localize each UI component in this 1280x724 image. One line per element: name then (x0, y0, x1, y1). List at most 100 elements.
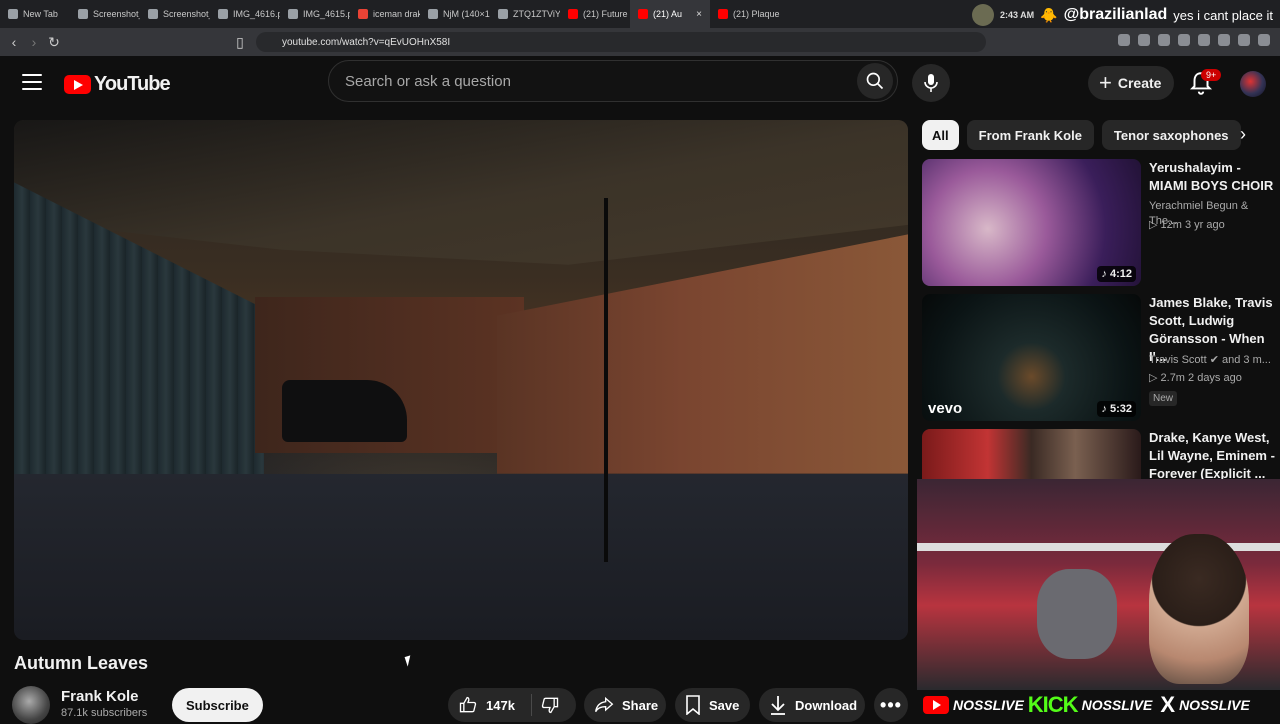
voice-search-button[interactable] (912, 64, 950, 102)
tab-title: iceman drake (373, 9, 420, 19)
filter-chip[interactable]: From Frank Kole (966, 120, 1094, 150)
browser-tab[interactable]: Screenshot_20 (70, 0, 140, 28)
filter-chips: All From Frank Kole Tenor saxophones (922, 120, 1241, 150)
download-button[interactable]: Download (759, 688, 865, 722)
youtube-logo[interactable]: YouTube (64, 73, 171, 96)
video-player[interactable] (14, 120, 908, 640)
tab-title: (21) Au (653, 9, 683, 19)
microphone-icon (924, 74, 938, 92)
tab-favicon-icon (638, 9, 648, 19)
more-dots-icon: ••• (880, 694, 902, 715)
extension-icon[interactable] (1218, 34, 1230, 46)
recommendation-title[interactable]: Yerushalayim - MIAMI BOYS CHOIR (1149, 159, 1277, 195)
share-button[interactable]: Share (584, 688, 666, 722)
browser-tab[interactable]: IMG_4616.png (210, 0, 280, 28)
filter-chip[interactable]: Tenor saxophones (1101, 120, 1241, 150)
tab-favicon-icon (288, 9, 298, 19)
vevo-watermark: vevo (928, 400, 963, 417)
channel-name[interactable]: Frank Kole (61, 688, 139, 705)
duration-badge: ♪ 5:32 (1097, 401, 1136, 417)
microphone-stand (604, 198, 609, 562)
forward-icon[interactable]: › (24, 34, 44, 50)
like-dislike-group: 147k (448, 688, 576, 722)
hamburger-menu-icon[interactable] (22, 74, 42, 90)
thumbs-down-icon[interactable] (540, 695, 560, 715)
youtube-handle: NOSSLIVE (953, 697, 1024, 713)
tab-favicon-icon (358, 9, 368, 19)
x-handle: NOSSLIVE (1179, 697, 1250, 713)
extension-icon[interactable] (1238, 34, 1250, 46)
browser-tab[interactable]: NjM (140×140) (420, 0, 490, 28)
url-text: youtube.com/watch?v=qEvUOHnX58I (282, 36, 451, 48)
bookmark-icon[interactable]: ▯ (230, 34, 250, 51)
address-bar[interactable]: youtube.com/watch?v=qEvUOHnX58I (256, 32, 986, 52)
browser-tab[interactable]: ZTQ1ZTViYjk (490, 0, 560, 28)
recommendation-title[interactable]: Drake, Kanye West, Lil Wayne, Eminem - F… (1149, 429, 1277, 483)
tab-favicon-icon (78, 9, 88, 19)
studio-wood-wall (496, 234, 908, 474)
kick-handle: NOSSLIVE (1081, 697, 1153, 713)
video-thumbnail[interactable]: ♪ 4:12 (922, 159, 1141, 286)
thumbs-up-icon[interactable] (458, 695, 478, 715)
create-button[interactable]: + Create (1088, 66, 1175, 100)
browser-tab[interactable]: iceman drake (350, 0, 420, 28)
filter-chip[interactable]: All (922, 120, 959, 150)
browser-tab[interactable]: (21) Future - N (560, 0, 630, 28)
like-count: 147k (486, 697, 515, 713)
account-avatar[interactable] (1240, 71, 1266, 97)
browser-tab[interactable]: IMG_4615.png (280, 0, 350, 28)
tab-title: (21) PlaqueBoy (733, 9, 780, 19)
browser-tab[interactable]: (21) PlaqueBoy (710, 0, 780, 28)
extension-icon[interactable] (1158, 34, 1170, 46)
tab-title: (21) Future - N (583, 9, 630, 19)
close-tab-icon[interactable]: × (696, 9, 702, 20)
more-actions-button[interactable]: ••• (874, 688, 908, 722)
extension-icon[interactable] (1258, 34, 1270, 46)
tab-title: NjM (140×140) (443, 9, 490, 19)
tab-favicon-icon (148, 9, 158, 19)
youtube-play-icon (64, 75, 91, 94)
chatter-avatar (972, 4, 994, 26)
search-button[interactable] (857, 63, 893, 99)
share-arrow-icon (595, 696, 614, 713)
browser-address-row: ‹ › ↻ ▯ youtube.com/watch?v=qEvUOHnX58I (0, 28, 1280, 56)
duration-badge: ♪ 4:12 (1097, 266, 1136, 282)
tab-title: Screenshot_20 (163, 9, 210, 19)
recommendation-channel[interactable]: Travis Scott ✔ and 3 m... (1149, 353, 1271, 368)
save-button[interactable]: Save (675, 688, 750, 722)
logo-text: YouTube (94, 73, 171, 95)
chevron-right-icon[interactable]: › (1240, 124, 1246, 145)
youtube-social-icon (923, 696, 949, 714)
browser-tab[interactable]: New Tab (0, 0, 70, 28)
tab-favicon-icon (718, 9, 728, 19)
webcam-mask-figure (1037, 569, 1117, 659)
extension-icon[interactable] (1198, 34, 1210, 46)
browser-tab[interactable]: (21) Au × (630, 0, 710, 28)
share-label: Share (622, 697, 659, 713)
channel-avatar[interactable] (12, 686, 50, 724)
chat-message: yes i cant place it (1173, 7, 1273, 23)
extension-icon[interactable] (1178, 34, 1190, 46)
reload-icon[interactable]: ↻ (44, 34, 64, 51)
subscribe-button[interactable]: Subscribe (172, 688, 263, 722)
extension-icon[interactable] (1118, 34, 1130, 46)
back-icon[interactable]: ‹ (4, 34, 24, 50)
recommendation-meta: ▷ 12m 3 yr ago (1149, 219, 1225, 231)
mouse-cursor (404, 655, 414, 667)
recommendation-meta: ▷ 2.7m 2 days ago (1149, 372, 1242, 384)
recommendation-item[interactable]: ♪ 4:12 Yerushalayim - MIAMI BOYS CHOIR Y… (922, 159, 1273, 287)
extension-icon[interactable] (1138, 34, 1150, 46)
new-badge: New (1149, 391, 1178, 406)
recommendation-item[interactable]: vevo ♪ 5:32 James Blake, Travis Scott, L… (922, 294, 1273, 422)
tab-favicon-icon (498, 9, 508, 19)
tab-title: Screenshot_20 (93, 9, 140, 19)
streamer-social-bar: NOSSLIVE KICK NOSSLIVE X NOSSLIVE (917, 690, 1280, 720)
search-input[interactable] (343, 72, 827, 91)
browser-tab[interactable]: Screenshot_20 (140, 0, 210, 28)
video-thumbnail[interactable]: vevo ♪ 5:32 (922, 294, 1141, 421)
bookmark-save-icon (686, 695, 700, 715)
tab-title: ZTQ1ZTViYjk (513, 9, 560, 19)
tab-favicon-icon (428, 9, 438, 19)
download-label: Download (795, 697, 858, 713)
kick-logo: KICK (1027, 692, 1079, 717)
